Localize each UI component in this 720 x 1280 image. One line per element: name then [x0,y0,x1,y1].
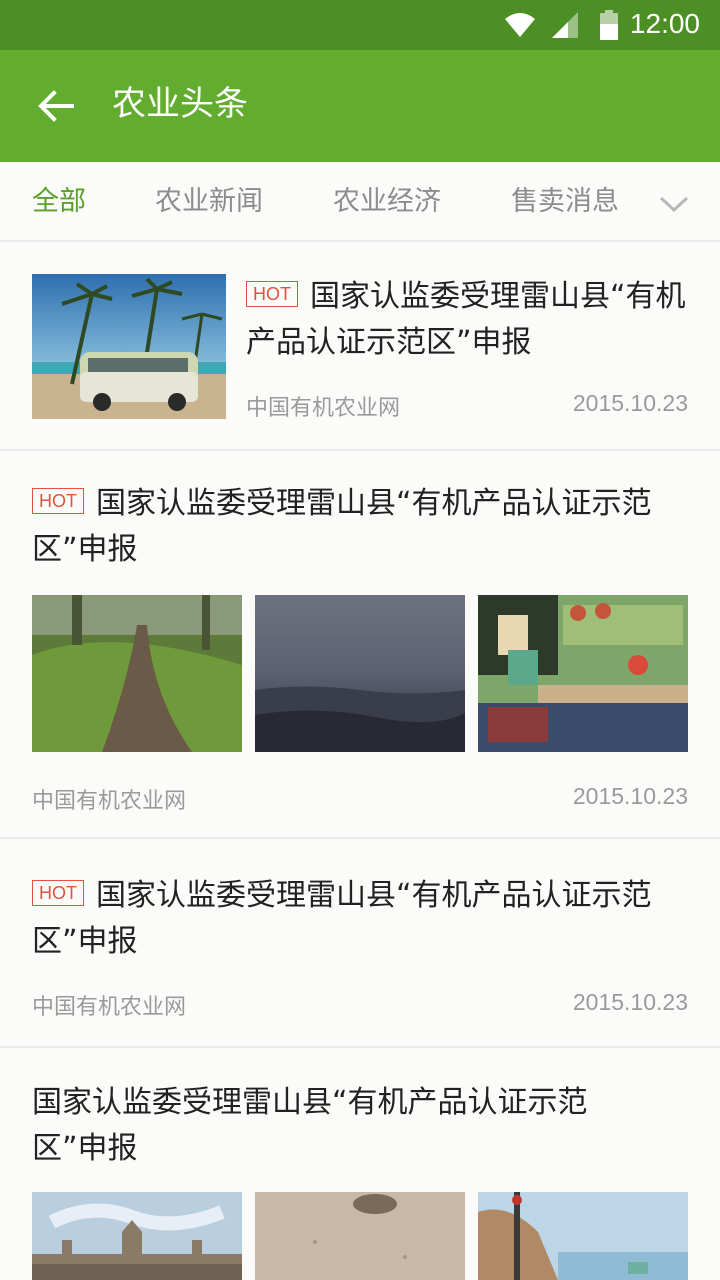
news-image-forest-path [32,595,242,752]
news-title[interactable]: 国家认监委受理雷山县“有机产品认证示范区”申报 [32,486,652,567]
news-date: 2015.10.23 [572,390,688,416]
tab-agri-economy[interactable]: 农业经济 [333,184,441,220]
news-source: 中国有机农业网 [32,995,187,1020]
hot-badge: HOT [32,880,84,906]
status-bar: 12:00 [0,0,720,50]
news-image-cafe [478,595,688,752]
news-title[interactable]: 国家认监委受理雷山县“有机产品认证示范区”申报 [246,279,686,360]
status-time: 12:00 [629,8,700,39]
tab-all[interactable]: 全部 [32,184,86,220]
category-tabs: 全部 农业新闻 农业经济 售卖消息 [0,162,720,242]
news-item[interactable]: HOT 国家认监委受理雷山县“有机产品认证示范区”申报 中国有机农业网 2015.… [0,242,720,451]
news-title[interactable]: 国家认监委受理雷山县“有机产品认证示范区”申报 [32,878,652,959]
news-image-foggy-sea [255,595,465,752]
app-bar: 农业头条 [0,50,720,162]
hot-badge: HOT [246,281,298,307]
news-source: 中国有机农业网 [32,789,187,814]
news-image-sand [255,1192,465,1280]
news-date: 2015.10.23 [572,989,688,1015]
cell-signal-icon [552,12,578,38]
arrow-back-icon[interactable] [36,86,76,126]
news-thumbnail [32,274,226,419]
news-image-castle [32,1192,242,1280]
news-date: 2015.10.23 [572,783,688,809]
tab-sales-info[interactable]: 售卖消息 [511,184,619,220]
news-item[interactable]: 国家认监委受理雷山县“有机产品认证示范区”申报 [0,1048,720,1280]
hot-badge: HOT [32,488,84,514]
news-image-coast [478,1192,688,1280]
chevron-down-icon[interactable] [656,186,692,222]
news-item[interactable]: HOT 国家认监委受理雷山县“有机产品认证示范区”申报 中国有机农业网 2015… [0,451,720,839]
tab-agri-news[interactable]: 农业新闻 [155,184,263,220]
page-title: 农业头条 [112,84,248,124]
news-item[interactable]: HOT 国家认监委受理雷山县“有机产品认证示范区”申报 中国有机农业网 2015.… [0,839,720,1048]
news-title[interactable]: 国家认监委受理雷山县“有机产品认证示范区”申报 [32,1085,588,1166]
battery-icon [600,10,618,40]
wifi-icon [505,13,535,37]
news-source: 中国有机农业网 [246,396,401,421]
